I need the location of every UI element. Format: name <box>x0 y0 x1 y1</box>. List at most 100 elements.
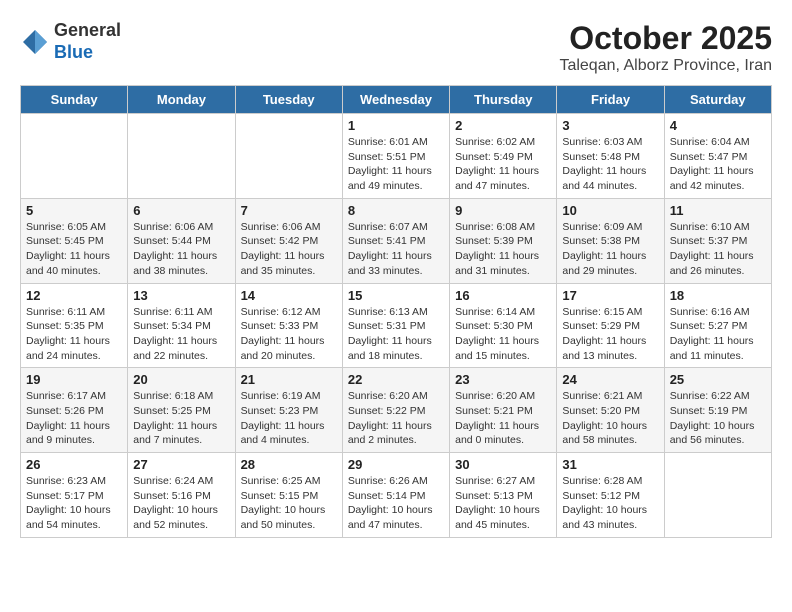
day-number: 11 <box>670 203 766 218</box>
calendar-cell: 11 Sunrise: 6:10 AM Sunset: 5:37 PM Dayli… <box>664 198 771 283</box>
day-number: 22 <box>348 372 444 387</box>
calendar-cell: 12 Sunrise: 6:11 AM Sunset: 5:35 PM Dayli… <box>21 283 128 368</box>
day-info: Sunrise: 6:04 AM Sunset: 5:47 PM Dayligh… <box>670 135 766 194</box>
day-number: 1 <box>348 118 444 133</box>
logo-icon <box>20 27 50 57</box>
calendar-cell: 31 Sunrise: 6:28 AM Sunset: 5:12 PM Dayli… <box>557 453 664 538</box>
calendar-cell: 28 Sunrise: 6:25 AM Sunset: 5:15 PM Dayli… <box>235 453 342 538</box>
calendar-cell <box>664 453 771 538</box>
weekday-header-row: SundayMondayTuesdayWednesdayThursdayFrid… <box>21 86 772 114</box>
day-info: Sunrise: 6:05 AM Sunset: 5:45 PM Dayligh… <box>26 220 122 279</box>
day-info: Sunrise: 6:10 AM Sunset: 5:37 PM Dayligh… <box>670 220 766 279</box>
weekday-header-tuesday: Tuesday <box>235 86 342 114</box>
day-info: Sunrise: 6:16 AM Sunset: 5:27 PM Dayligh… <box>670 305 766 364</box>
month-title: October 2025 <box>559 20 772 57</box>
calendar-cell: 13Sunrise: 6:11 AM Sunset: 5:34 PM Dayli… <box>128 283 235 368</box>
day-number: 28 <box>241 457 337 472</box>
day-info: Sunrise: 6:17 AM Sunset: 5:26 PM Dayligh… <box>26 389 122 448</box>
day-info: Sunrise: 6:20 AM Sunset: 5:22 PM Dayligh… <box>348 389 444 448</box>
day-info: Sunrise: 6:21 AM Sunset: 5:20 PM Dayligh… <box>562 389 658 448</box>
day-number: 24 <box>562 372 658 387</box>
calendar-cell: 17 Sunrise: 6:15 AM Sunset: 5:29 PM Dayli… <box>557 283 664 368</box>
day-info: Sunrise: 6:25 AM Sunset: 5:15 PM Dayligh… <box>241 474 337 533</box>
day-info: Sunrise: 6:03 AM Sunset: 5:48 PM Dayligh… <box>562 135 658 194</box>
day-info: Sunrise: 6:15 AM Sunset: 5:29 PM Dayligh… <box>562 305 658 364</box>
calendar-cell: 29Sunrise: 6:26 AM Sunset: 5:14 PM Dayli… <box>342 453 449 538</box>
weekday-header-friday: Friday <box>557 86 664 114</box>
calendar-cell: 25 Sunrise: 6:22 AM Sunset: 5:19 PM Dayli… <box>664 368 771 453</box>
weekday-header-thursday: Thursday <box>450 86 557 114</box>
day-number: 21 <box>241 372 337 387</box>
calendar-week-2: 5Sunrise: 6:05 AM Sunset: 5:45 PM Daylig… <box>21 198 772 283</box>
day-number: 12 <box>26 288 122 303</box>
day-info: Sunrise: 6:27 AM Sunset: 5:13 PM Dayligh… <box>455 474 551 533</box>
calendar-cell: 5Sunrise: 6:05 AM Sunset: 5:45 PM Daylig… <box>21 198 128 283</box>
calendar-cell: 27Sunrise: 6:24 AM Sunset: 5:16 PM Dayli… <box>128 453 235 538</box>
calendar-cell <box>21 114 128 199</box>
calendar-cell: 1Sunrise: 6:01 AM Sunset: 5:51 PM Daylig… <box>342 114 449 199</box>
day-number: 10 <box>562 203 658 218</box>
day-number: 31 <box>562 457 658 472</box>
calendar-cell: 9Sunrise: 6:08 AM Sunset: 5:39 PM Daylig… <box>450 198 557 283</box>
day-number: 20 <box>133 372 229 387</box>
calendar-cell: 18Sunrise: 6:16 AM Sunset: 5:27 PM Dayli… <box>664 283 771 368</box>
calendar-cell: 22 Sunrise: 6:20 AM Sunset: 5:22 PM Dayli… <box>342 368 449 453</box>
calendar-week-5: 26 Sunrise: 6:23 AM Sunset: 5:17 PM Dayli… <box>21 453 772 538</box>
day-number: 13 <box>133 288 229 303</box>
day-info: Sunrise: 6:11 AM Sunset: 5:35 PM Dayligh… <box>26 305 122 364</box>
page-header: General Blue October 2025 Taleqan, Albor… <box>20 20 772 75</box>
calendar-cell: 15Sunrise: 6:13 AM Sunset: 5:31 PM Dayli… <box>342 283 449 368</box>
day-info: Sunrise: 6:20 AM Sunset: 5:21 PM Dayligh… <box>455 389 551 448</box>
calendar-cell: 4 Sunrise: 6:04 AM Sunset: 5:47 PM Daylig… <box>664 114 771 199</box>
calendar-week-1: 1Sunrise: 6:01 AM Sunset: 5:51 PM Daylig… <box>21 114 772 199</box>
day-info: Sunrise: 6:28 AM Sunset: 5:12 PM Dayligh… <box>562 474 658 533</box>
day-info: Sunrise: 6:02 AM Sunset: 5:49 PM Dayligh… <box>455 135 551 194</box>
calendar-cell: 14 Sunrise: 6:12 AM Sunset: 5:33 PM Dayli… <box>235 283 342 368</box>
day-number: 6 <box>133 203 229 218</box>
calendar-table: SundayMondayTuesdayWednesdayThursdayFrid… <box>20 85 772 538</box>
day-info: Sunrise: 6:13 AM Sunset: 5:31 PM Dayligh… <box>348 305 444 364</box>
calendar-week-3: 12 Sunrise: 6:11 AM Sunset: 5:35 PM Dayli… <box>21 283 772 368</box>
calendar-cell: 30Sunrise: 6:27 AM Sunset: 5:13 PM Dayli… <box>450 453 557 538</box>
day-number: 16 <box>455 288 551 303</box>
weekday-header-saturday: Saturday <box>664 86 771 114</box>
calendar-cell: 7 Sunrise: 6:06 AM Sunset: 5:42 PM Daylig… <box>235 198 342 283</box>
day-info: Sunrise: 6:23 AM Sunset: 5:17 PM Dayligh… <box>26 474 122 533</box>
day-number: 19 <box>26 372 122 387</box>
day-number: 25 <box>670 372 766 387</box>
day-number: 23 <box>455 372 551 387</box>
calendar-cell: 16 Sunrise: 6:14 AM Sunset: 5:30 PM Dayli… <box>450 283 557 368</box>
day-number: 4 <box>670 118 766 133</box>
day-info: Sunrise: 6:26 AM Sunset: 5:14 PM Dayligh… <box>348 474 444 533</box>
day-number: 27 <box>133 457 229 472</box>
day-number: 14 <box>241 288 337 303</box>
calendar-cell: 23 Sunrise: 6:20 AM Sunset: 5:21 PM Dayli… <box>450 368 557 453</box>
day-info: Sunrise: 6:09 AM Sunset: 5:38 PM Dayligh… <box>562 220 658 279</box>
day-number: 17 <box>562 288 658 303</box>
calendar-cell: 20 Sunrise: 6:18 AM Sunset: 5:25 PM Dayli… <box>128 368 235 453</box>
day-info: Sunrise: 6:12 AM Sunset: 5:33 PM Dayligh… <box>241 305 337 364</box>
calendar-week-4: 19 Sunrise: 6:17 AM Sunset: 5:26 PM Dayli… <box>21 368 772 453</box>
day-info: Sunrise: 6:22 AM Sunset: 5:19 PM Dayligh… <box>670 389 766 448</box>
day-number: 3 <box>562 118 658 133</box>
weekday-header-sunday: Sunday <box>21 86 128 114</box>
day-info: Sunrise: 6:18 AM Sunset: 5:25 PM Dayligh… <box>133 389 229 448</box>
title-block: October 2025 Taleqan, Alborz Province, I… <box>559 20 772 75</box>
weekday-header-monday: Monday <box>128 86 235 114</box>
day-number: 9 <box>455 203 551 218</box>
calendar-cell: 8 Sunrise: 6:07 AM Sunset: 5:41 PM Daylig… <box>342 198 449 283</box>
day-number: 8 <box>348 203 444 218</box>
day-number: 7 <box>241 203 337 218</box>
logo-text: General Blue <box>54 20 121 63</box>
day-info: Sunrise: 6:14 AM Sunset: 5:30 PM Dayligh… <box>455 305 551 364</box>
calendar-cell: 24 Sunrise: 6:21 AM Sunset: 5:20 PM Dayli… <box>557 368 664 453</box>
day-number: 26 <box>26 457 122 472</box>
day-info: Sunrise: 6:07 AM Sunset: 5:41 PM Dayligh… <box>348 220 444 279</box>
calendar-cell <box>128 114 235 199</box>
calendar-cell <box>235 114 342 199</box>
location-subtitle: Taleqan, Alborz Province, Iran <box>559 57 772 75</box>
calendar-cell: 2Sunrise: 6:02 AM Sunset: 5:49 PM Daylig… <box>450 114 557 199</box>
weekday-header-wednesday: Wednesday <box>342 86 449 114</box>
day-info: Sunrise: 6:06 AM Sunset: 5:42 PM Dayligh… <box>241 220 337 279</box>
day-info: Sunrise: 6:06 AM Sunset: 5:44 PM Dayligh… <box>133 220 229 279</box>
